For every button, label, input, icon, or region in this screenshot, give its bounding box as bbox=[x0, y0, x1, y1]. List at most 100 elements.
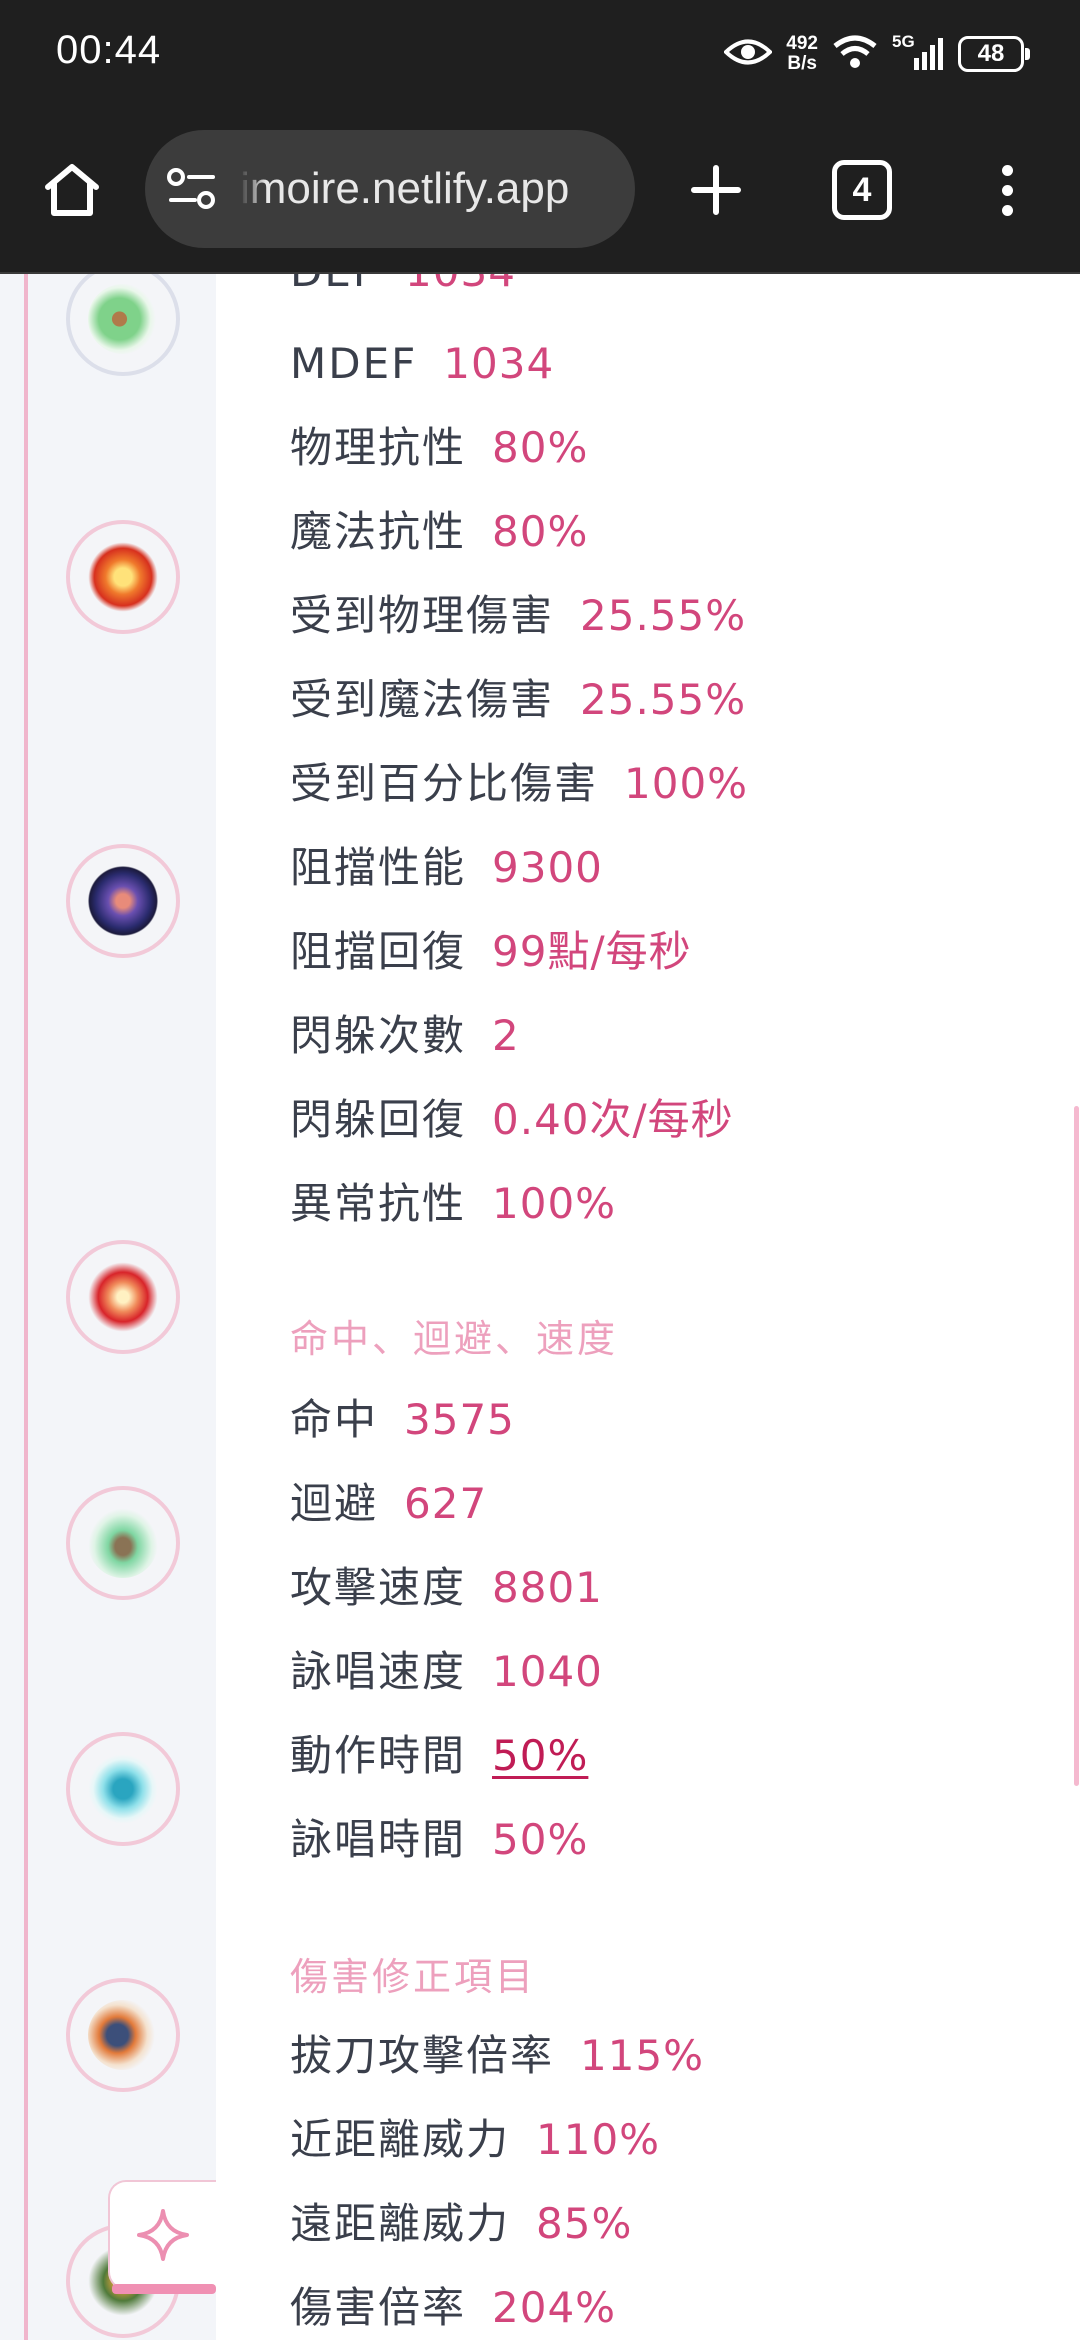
stat-label: 詠唱速度 bbox=[290, 1647, 467, 1696]
stat-value: 3575 bbox=[404, 1395, 515, 1444]
cellular-signal-icon: 5G bbox=[892, 32, 944, 72]
fire-orb-skill-icon bbox=[88, 542, 158, 612]
aura-skill-icon bbox=[88, 1508, 158, 1578]
stat-value: 1034 bbox=[443, 339, 555, 388]
stat-value: 110% bbox=[536, 2115, 661, 2164]
more-menu-button[interactable] bbox=[990, 154, 1024, 226]
stat-row-unsheathe-multiplier: 拔刀攻擊倍率 115% bbox=[290, 2026, 704, 2086]
stat-value: 1034 bbox=[405, 274, 516, 296]
wifi-icon bbox=[832, 34, 878, 74]
stat-row-guard-power: 阻擋性能 9300 bbox=[290, 838, 603, 898]
skill-icon-dash[interactable] bbox=[66, 1732, 180, 1846]
stat-row-cast-time: 詠唱時間 50% bbox=[290, 1810, 588, 1870]
stat-label: 阻擋性能 bbox=[290, 843, 467, 892]
stat-value: 1040 bbox=[492, 1647, 603, 1696]
status-icons: 492 B/s 5G 48 bbox=[723, 26, 1030, 82]
stat-label: 受到百分比傷害 bbox=[290, 759, 599, 808]
skill-icon-barrier[interactable] bbox=[66, 844, 180, 958]
scrollbar-thumb[interactable] bbox=[1074, 1106, 1079, 1786]
stat-value: 0.40次/每秒 bbox=[492, 1095, 734, 1144]
stat-row-guard-recharge: 阻擋回復 99點/每秒 bbox=[290, 922, 692, 982]
home-icon bbox=[45, 164, 99, 216]
menu-dot bbox=[1001, 164, 1013, 176]
stat-label: 遠距離威力 bbox=[290, 2199, 511, 2248]
section-header-damage: 傷害修正項目 bbox=[290, 1955, 537, 1999]
warriors-skill-icon bbox=[88, 2000, 158, 2070]
tab-switcher-button[interactable]: 4 bbox=[832, 160, 892, 220]
skill-icon-aura[interactable] bbox=[66, 1486, 180, 1600]
network-speed: 492 B/s bbox=[786, 34, 818, 74]
stat-value: 25.55% bbox=[580, 675, 747, 724]
stat-label: DEF bbox=[290, 274, 379, 296]
stat-value: 85% bbox=[536, 2199, 633, 2248]
stat-row-short-range-power: 近距離威力 110% bbox=[290, 2110, 660, 2170]
stat-label: 傷害倍率 bbox=[290, 2283, 467, 2332]
menu-dot bbox=[1001, 184, 1013, 196]
stat-value: 99點/每秒 bbox=[492, 927, 692, 976]
stat-label: 閃躲回復 bbox=[290, 1095, 467, 1144]
stat-row-attack-speed: 攻擊速度 8801 bbox=[290, 1558, 603, 1618]
stat-value: 9300 bbox=[492, 843, 603, 892]
stat-value: 25.55% bbox=[580, 591, 747, 640]
sparkle-icon bbox=[137, 2209, 189, 2261]
skill-icon-fire-orb[interactable] bbox=[66, 520, 180, 634]
stat-row-dodge: 迴避 627 bbox=[290, 1474, 487, 1534]
stat-row-ailment-resistance: 異常抗性 100% bbox=[290, 1174, 616, 1234]
stat-label: 受到物理傷害 bbox=[290, 591, 555, 640]
address-bar[interactable]: imoire.netlify.app bbox=[145, 130, 635, 248]
stat-row-motion-time: 動作時間 50% bbox=[290, 1726, 588, 1786]
dash-skill-icon bbox=[88, 1754, 158, 1824]
sparkle-fab-button[interactable] bbox=[108, 2180, 216, 2290]
eye-comfort-icon bbox=[723, 37, 774, 71]
stat-row-mdef: MDEF 1034 bbox=[290, 334, 554, 394]
browser-toolbar: imoire.netlify.app 4 bbox=[0, 110, 1080, 274]
stat-row-evasion-count: 閃躲次數 2 bbox=[290, 1006, 520, 1066]
network-speed-unit: B/s bbox=[787, 53, 817, 74]
stat-value: 80% bbox=[492, 507, 589, 556]
status-bar: 00:44 492 B/s 5G 48 bbox=[0, 0, 1080, 110]
status-time: 00:44 bbox=[56, 28, 162, 72]
explosion-skill-icon bbox=[88, 1262, 158, 1332]
url-text[interactable]: imoire.netlify.app bbox=[240, 164, 569, 214]
stat-label: MDEF bbox=[290, 339, 418, 388]
stat-row-physical-damage-taken: 受到物理傷害 25.55% bbox=[290, 586, 746, 646]
skill-icon-explosion[interactable] bbox=[66, 1240, 180, 1354]
stat-label: 攻擊速度 bbox=[290, 1563, 467, 1612]
signal-label: 5G bbox=[892, 32, 915, 51]
stat-value: 100% bbox=[624, 759, 749, 808]
stat-value: 2 bbox=[492, 1011, 520, 1060]
page-content: DEF 1034 MDEF 1034 物理抗性 80% 魔法抗性 80% 受到物理傷害 2… bbox=[0, 274, 1080, 2340]
staff-skill-icon bbox=[88, 284, 158, 354]
site-controls-icon[interactable] bbox=[167, 166, 217, 212]
stat-label: 動作時間 bbox=[290, 1731, 467, 1780]
stat-label: 近距離威力 bbox=[290, 2115, 511, 2164]
stat-label: 拔刀攻擊倍率 bbox=[290, 2031, 555, 2080]
skill-icon-warriors[interactable] bbox=[66, 1978, 180, 2092]
stat-row-physical-resistance: 物理抗性 80% bbox=[290, 418, 588, 478]
stat-value: 80% bbox=[492, 423, 589, 472]
stat-row-damage-multiplier: 傷害倍率 204% bbox=[290, 2278, 616, 2338]
new-tab-button[interactable] bbox=[680, 154, 752, 226]
rail-divider bbox=[24, 274, 28, 2340]
stat-label: 詠唱時間 bbox=[290, 1815, 467, 1864]
stat-value: 204% bbox=[492, 2283, 617, 2332]
home-button[interactable] bbox=[36, 154, 108, 226]
tab-count: 4 bbox=[852, 170, 872, 209]
fab-underline bbox=[112, 2284, 216, 2294]
barrier-skill-icon bbox=[88, 866, 158, 936]
stat-label: 受到魔法傷害 bbox=[290, 675, 555, 724]
stat-row-long-range-power: 遠距離威力 85% bbox=[290, 2194, 632, 2254]
stat-label: 異常抗性 bbox=[290, 1179, 467, 1228]
section-header-speed: 命中、迴避、速度 bbox=[290, 1317, 619, 1361]
stat-value: 50% bbox=[492, 1815, 589, 1864]
plus-icon bbox=[691, 165, 741, 215]
stat-value-link[interactable]: 50% bbox=[492, 1731, 588, 1780]
menu-dot bbox=[1001, 204, 1013, 216]
stat-value: 627 bbox=[404, 1479, 488, 1528]
stat-row-percent-damage-taken: 受到百分比傷害 100% bbox=[290, 754, 748, 814]
stat-value: 8801 bbox=[492, 1563, 603, 1612]
stat-label: 魔法抗性 bbox=[290, 507, 467, 556]
stat-label: 命中 bbox=[290, 1395, 379, 1444]
stat-label: 迴避 bbox=[290, 1479, 379, 1528]
stat-value: 115% bbox=[580, 2031, 705, 2080]
